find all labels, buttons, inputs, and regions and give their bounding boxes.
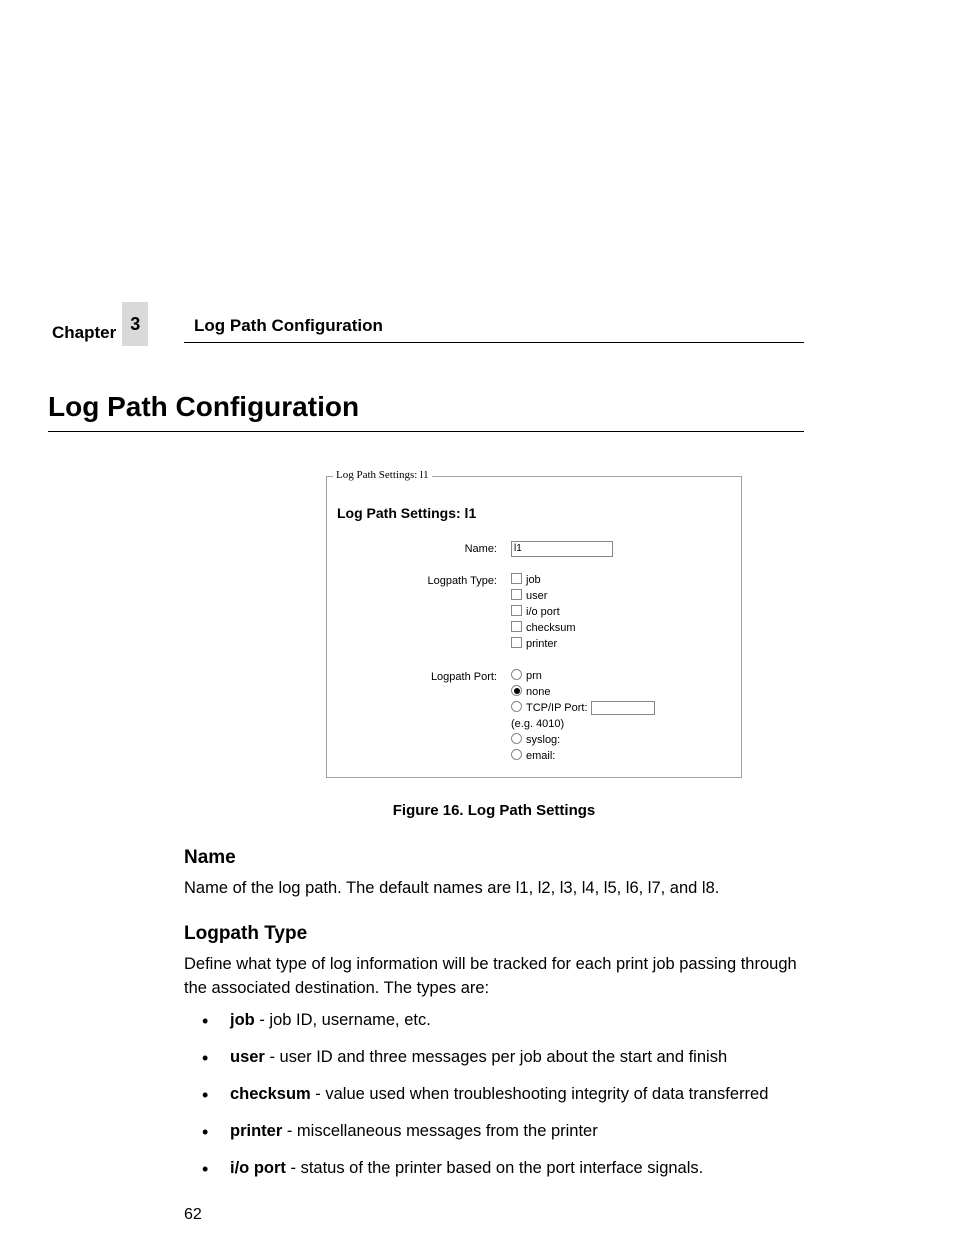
radio-label: none [526, 686, 550, 698]
radio-icon [511, 669, 522, 680]
list-item: job - job ID, username, etc. [214, 1009, 804, 1032]
radio-icon [511, 685, 522, 696]
checkbox-icon [511, 605, 522, 616]
desc: - miscellaneous messages from the printe… [282, 1122, 597, 1140]
figure-caption: Figure 16. Log Path Settings [184, 802, 804, 819]
checkbox-icon [511, 621, 522, 632]
checkbox-user[interactable]: user [511, 589, 731, 603]
chapter-number: 3 [122, 302, 148, 346]
name-label: Name: [337, 541, 511, 555]
main-heading: Log Path Configuration [48, 391, 804, 432]
chapter-word: Chapter [52, 314, 122, 358]
term: printer [230, 1122, 282, 1140]
log-path-settings-figure: Log Path Settings: l1 Log Path Settings:… [326, 476, 742, 778]
radio-label: email: [526, 750, 555, 762]
name-heading: Name [184, 847, 804, 869]
tcpip-port-input[interactable] [591, 701, 655, 715]
logpath-type-label: Logpath Type: [337, 573, 511, 587]
radio-icon [511, 733, 522, 744]
logpath-type-heading: Logpath Type [184, 923, 804, 945]
term: user [230, 1048, 265, 1066]
desc: - value used when troubleshooting integr… [311, 1085, 769, 1103]
radio-tcpip[interactable]: TCP/IP Port: [511, 701, 731, 715]
checkbox-ioport[interactable]: i/o port [511, 605, 731, 619]
radio-icon [511, 701, 522, 712]
radio-none[interactable]: none [511, 685, 731, 699]
checkbox-job[interactable]: job [511, 573, 731, 587]
checkbox-printer[interactable]: printer [511, 637, 731, 651]
list-item: i/o port - status of the printer based o… [214, 1157, 804, 1180]
radio-syslog[interactable]: syslog: [511, 733, 731, 747]
list-item: printer - miscellaneous messages from th… [214, 1120, 804, 1143]
name-body: Name of the log path. The default names … [184, 877, 804, 901]
logpath-port-row: Logpath Port: prn none TCP/IP Port: (e.g… [337, 669, 731, 765]
page-number: 62 [184, 1206, 202, 1224]
logpath-type-list: job - job ID, username, etc. user - user… [184, 1009, 804, 1180]
desc: - status of the printer based on the por… [286, 1159, 703, 1177]
checkbox-label: user [526, 590, 547, 602]
figure-subtitle: Log Path Settings: l1 [337, 505, 731, 521]
term: job [230, 1011, 255, 1029]
logpath-type-row: Logpath Type: job user i/o port checksum… [337, 573, 731, 653]
checkbox-icon [511, 637, 522, 648]
checkbox-label: checksum [526, 622, 576, 634]
radio-label: syslog: [526, 734, 560, 746]
logpath-type-intro: Define what type of log information will… [184, 953, 804, 1001]
tcpip-hint: (e.g. 4010) [511, 717, 731, 731]
desc: - job ID, username, etc. [255, 1011, 431, 1029]
radio-label: prn [526, 670, 542, 682]
checkbox-label: printer [526, 638, 557, 650]
name-input[interactable]: l1 [511, 541, 613, 557]
radio-email[interactable]: email: [511, 749, 731, 763]
checkbox-checksum[interactable]: checksum [511, 621, 731, 635]
page-header: Chapter 3 Log Path Configuration [184, 316, 804, 343]
term: i/o port [230, 1159, 286, 1177]
radio-icon [511, 749, 522, 760]
radio-prn[interactable]: prn [511, 669, 731, 683]
name-row: Name: l1 [337, 541, 731, 557]
chapter-label: Chapter 3 [52, 314, 148, 358]
checkbox-icon [511, 589, 522, 600]
desc: - user ID and three messages per job abo… [265, 1048, 727, 1066]
checkbox-label: i/o port [526, 606, 560, 618]
list-item: user - user ID and three messages per jo… [214, 1046, 804, 1069]
logpath-port-label: Logpath Port: [337, 669, 511, 683]
checkbox-label: job [526, 574, 541, 586]
list-item: checksum - value used when troubleshooti… [214, 1083, 804, 1106]
figure-legend: Log Path Settings: l1 [333, 469, 432, 481]
header-section-title: Log Path Configuration [184, 316, 383, 336]
radio-label: TCP/IP Port: [526, 702, 588, 714]
checkbox-icon [511, 573, 522, 584]
term: checksum [230, 1085, 311, 1103]
